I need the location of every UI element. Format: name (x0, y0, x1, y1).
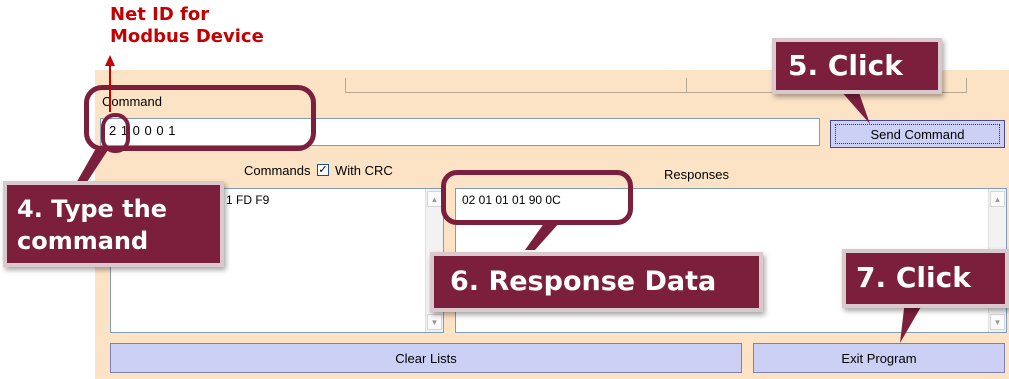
step4-callout: 4. Type the command (3, 181, 224, 267)
net-id-note: Net ID for Modbus Device (110, 4, 264, 48)
step4-line1: 4. Type the (17, 195, 167, 223)
net-id-line1: Net ID for (110, 4, 210, 25)
net-id-line2: Modbus Device (110, 26, 264, 47)
step6-text: 6. Response Data (450, 266, 717, 297)
net-id-arrowhead (105, 55, 115, 66)
step6-callout: 6. Response Data (430, 252, 763, 312)
step6-pointer (525, 222, 560, 250)
step7-callout: 7. Click (842, 249, 1009, 308)
step5-callout: 5. Click (772, 38, 942, 94)
step4-line2: command (17, 227, 149, 255)
step4-pointer (75, 150, 108, 185)
step5-pointer (840, 90, 870, 124)
step7-text: 7. Click (856, 261, 971, 294)
step5-text: 5. Click (788, 49, 903, 82)
